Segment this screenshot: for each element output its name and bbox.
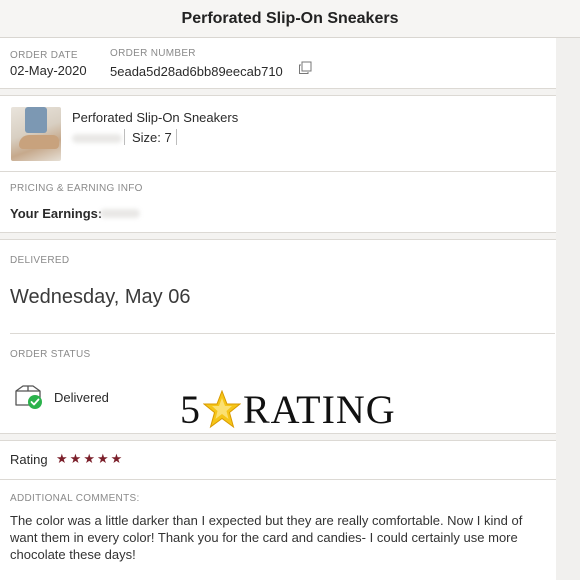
divider xyxy=(0,479,556,480)
delivered-section-label: DELIVERED xyxy=(10,255,70,266)
divider xyxy=(10,333,555,334)
order-number: 5eada5d28ad6bb89eecab710 xyxy=(110,64,283,79)
divider xyxy=(176,129,177,145)
section-gap xyxy=(0,433,556,441)
product-thumbnail[interactable] xyxy=(11,107,61,161)
divider xyxy=(0,171,556,172)
earnings-label: Your Earnings: xyxy=(10,206,103,221)
title-bar: Perforated Slip-On Sneakers xyxy=(0,0,580,38)
item-name[interactable]: Perforated Slip-On Sneakers xyxy=(72,110,238,125)
comment-text: The color was a little darker than I exp… xyxy=(10,513,523,562)
order-status-label: ORDER STATUS xyxy=(10,349,91,360)
copy-icon[interactable] xyxy=(298,61,312,75)
page-title: Perforated Slip-On Sneakers xyxy=(181,9,399,27)
order-number-label: ORDER NUMBER xyxy=(110,48,196,59)
delivered-box-icon xyxy=(15,385,42,409)
order-date: 02-May-2020 xyxy=(10,63,87,78)
rating-star-icon: ★ xyxy=(69,451,82,466)
rating-overlay: 5 RATING xyxy=(180,386,396,433)
right-edge-strip xyxy=(556,38,580,580)
rating-label: Rating xyxy=(10,452,48,467)
delivery-date: Wednesday, May 06 xyxy=(10,286,191,308)
item-blurred-detail xyxy=(72,134,122,143)
rating-overlay-word: RATING xyxy=(243,387,396,432)
star-icon xyxy=(203,389,241,428)
rating-star-icon: ★ xyxy=(110,451,123,466)
earnings-blurred-value xyxy=(100,209,140,218)
comments-section-label: ADDITIONAL COMMENTS: xyxy=(10,493,140,504)
rating-star-icon: ★ xyxy=(83,451,95,466)
order-date-label: ORDER DATE xyxy=(10,50,78,61)
status-value: Delivered xyxy=(54,390,109,405)
divider xyxy=(124,129,125,145)
pricing-section-label: PRICING & EARNING INFO xyxy=(10,183,143,194)
rating-overlay-number: 5 xyxy=(180,387,201,432)
section-gap xyxy=(0,232,556,240)
rating-star-icon: ★ xyxy=(56,451,68,466)
section-gap xyxy=(0,88,556,96)
rating-star-icon: ★ xyxy=(96,451,109,466)
item-size: Size: 7 xyxy=(132,130,172,145)
rating-stars: ★ ★ ★ ★ ★ xyxy=(56,452,122,466)
